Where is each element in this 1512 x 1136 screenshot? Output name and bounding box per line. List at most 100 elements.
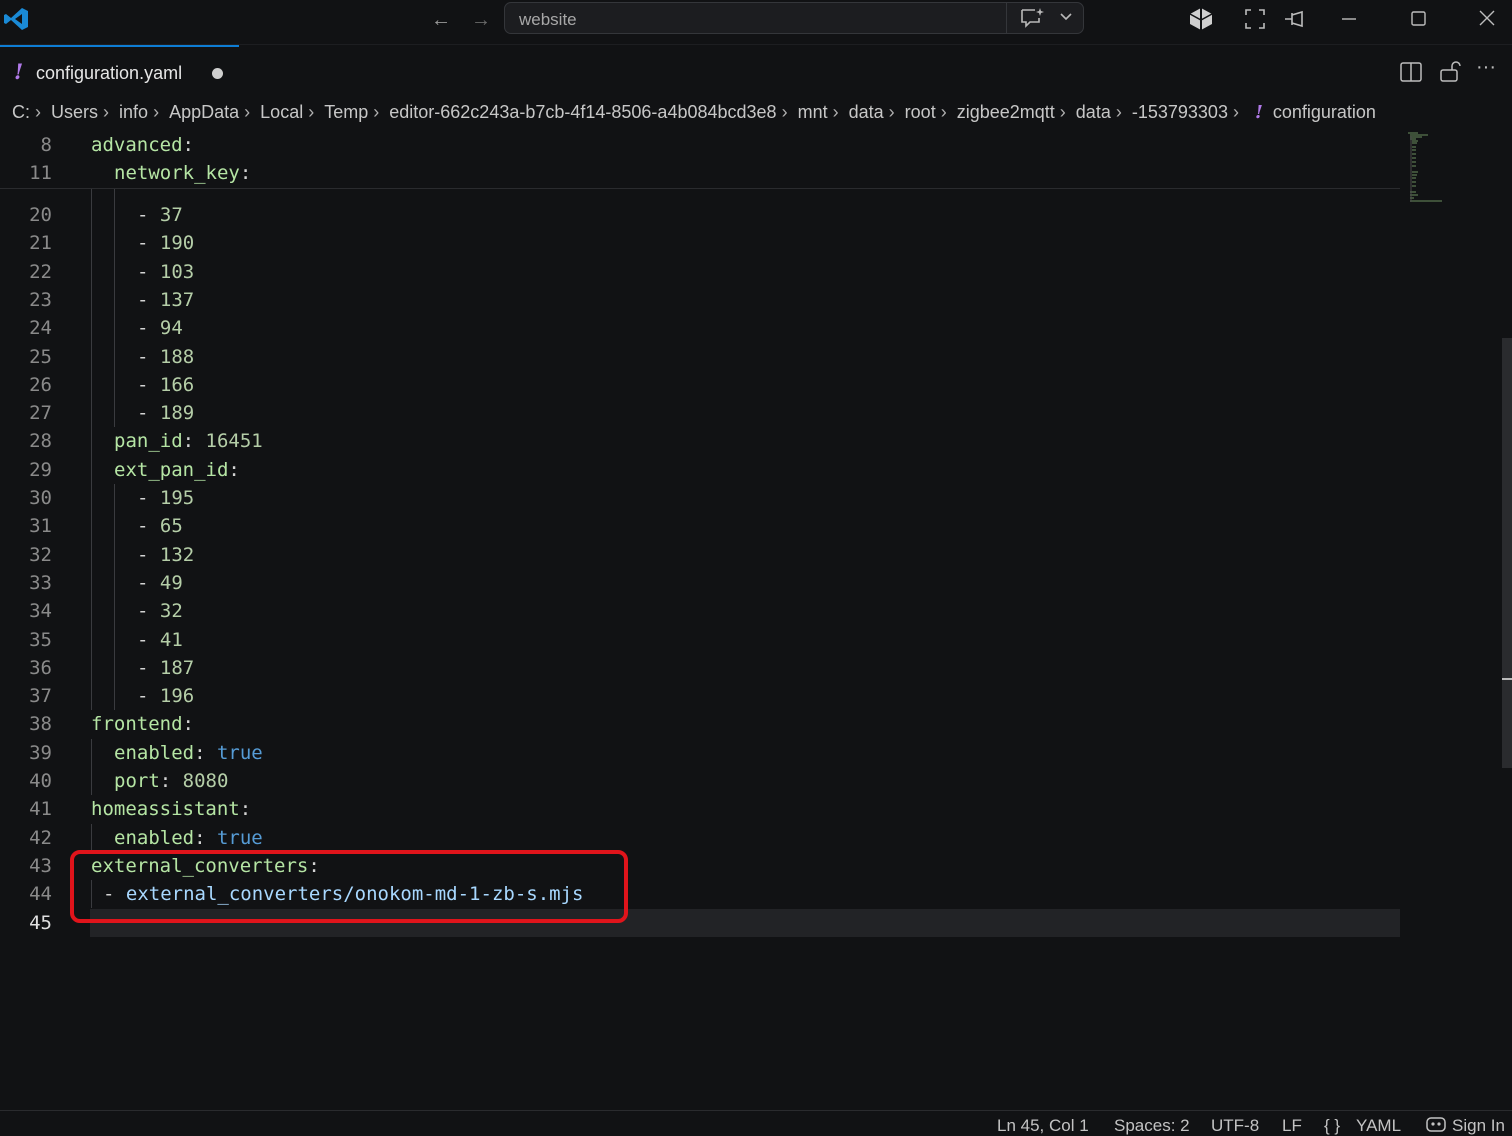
yaml-key: enabled — [114, 826, 195, 849]
code-line[interactable]: 29 ext_pan_id: — [0, 456, 1400, 484]
forward-arrow-icon[interactable]: → — [470, 9, 492, 31]
yaml-number: 187 — [159, 656, 195, 679]
breadcrumb-item[interactable]: C: — [12, 102, 30, 123]
yaml-file-icon: ! — [14, 59, 24, 84]
breadcrumb-item[interactable]: editor-662c243a-b7cb-4f14-8506-a4b084bcd… — [389, 102, 776, 123]
more-actions-icon[interactable]: ··· — [1476, 57, 1502, 83]
code-line[interactable]: 34 - 32 — [0, 597, 1400, 625]
code-line[interactable]: 22 - 103 — [0, 258, 1400, 286]
code-line[interactable]: 11 network_key: — [0, 159, 1400, 187]
unlock-icon[interactable] — [1437, 59, 1463, 85]
code-line[interactable]: 24 - 94 — [0, 314, 1400, 342]
breadcrumb-file[interactable]: configuration — [1273, 102, 1376, 123]
yaml-dash: - — [137, 317, 160, 340]
code-line[interactable]: 25 - 188 — [0, 343, 1400, 371]
close-icon[interactable] — [1472, 6, 1502, 32]
code-line[interactable]: 42 enabled: true — [0, 824, 1400, 852]
line-number: 31 — [29, 515, 52, 538]
line-number: 44 — [29, 883, 52, 906]
breadcrumb-item[interactable]: -153793303 — [1132, 102, 1228, 123]
code-content: - 187 — [137, 654, 194, 682]
breadcrumb-item[interactable]: Users — [51, 102, 98, 123]
breadcrumb-item[interactable]: data — [849, 102, 884, 123]
indentation-setting[interactable]: Spaces: 2 — [1114, 1116, 1190, 1136]
code-line[interactable]: 36 - 187 — [0, 654, 1400, 682]
breadcrumb-item[interactable]: root — [905, 102, 936, 123]
scrollbar-thumb[interactable] — [1502, 338, 1512, 768]
sticky-scroll-header[interactable]: 8 advanced: 11 network_key: — [0, 130, 1400, 189]
line-number: 32 — [29, 543, 52, 566]
sign-in-button[interactable]: Sign In — [1452, 1116, 1505, 1136]
yaml-dash: - — [137, 600, 160, 623]
breadcrumb-item[interactable]: mnt — [798, 102, 828, 123]
yaml-dash: - — [137, 628, 160, 651]
breadcrumb-item[interactable]: Local — [260, 102, 303, 123]
code-content: enabled: true — [114, 739, 263, 767]
code-line[interactable]: 31 - 65 — [0, 512, 1400, 540]
code-line[interactable]: 39 enabled: true — [0, 739, 1400, 767]
chevron-down-icon[interactable] — [1059, 12, 1073, 22]
back-arrow-icon[interactable]: ← — [430, 9, 452, 31]
minimap[interactable] — [1402, 130, 1452, 210]
code-line[interactable]: 40 port: 8080 — [0, 767, 1400, 795]
code-line[interactable]: 28 pan_id: 16451 — [0, 427, 1400, 455]
code-line[interactable]: 26 - 166 — [0, 371, 1400, 399]
unsaved-dot-icon[interactable] — [212, 68, 223, 79]
tab-configuration-yaml[interactable]: ! configuration.yaml — [0, 45, 239, 99]
code-content: ext_pan_id: — [114, 456, 240, 484]
code-line[interactable]: 27 - 189 — [0, 399, 1400, 427]
yaml-dash: - — [137, 487, 160, 509]
code-line[interactable]: 33 - 49 — [0, 569, 1400, 597]
yaml-colon: : — [182, 713, 194, 736]
yaml-number: 32 — [159, 600, 183, 623]
code-line[interactable]: 8 advanced: — [0, 131, 1400, 159]
line-number: 35 — [29, 628, 52, 651]
code-line[interactable]: 38 frontend: — [0, 710, 1400, 738]
code-content: homeassistant: — [91, 795, 251, 823]
vscode-logo-icon[interactable] — [2, 5, 30, 33]
line-number: 8 — [40, 134, 52, 156]
fullscreen-icon[interactable] — [1240, 6, 1270, 32]
code-editor[interactable]: 8advanced:11network_key: 19- 12520- 3721… — [0, 130, 1512, 1110]
maximize-icon[interactable] — [1403, 6, 1433, 32]
breadcrumb-item[interactable]: info — [119, 102, 148, 123]
code-content: - 137 — [137, 286, 194, 314]
line-number: 25 — [29, 345, 52, 368]
chevron-right-icon: › — [1059, 101, 1066, 122]
minimize-icon[interactable] — [1334, 6, 1364, 32]
code-line[interactable]: 20 - 37 — [0, 201, 1400, 229]
chat-sparkle-icon[interactable] — [1019, 7, 1045, 29]
code-line[interactable]: 37 - 196 — [0, 682, 1400, 710]
yaml-number: 103 — [159, 260, 195, 283]
pin-icon[interactable] — [1280, 6, 1310, 32]
language-mode[interactable]: YAML — [1356, 1116, 1401, 1136]
account-icon[interactable] — [1424, 1115, 1448, 1133]
line-number: 40 — [29, 770, 52, 792]
code-line[interactable]: 30 - 195 — [0, 484, 1400, 512]
code-content: - 49 — [137, 569, 183, 597]
yaml-number: 41 — [159, 628, 183, 651]
breadcrumb-item[interactable]: zigbee2mqtt — [957, 102, 1055, 123]
code-line[interactable]: 21 - 190 — [0, 229, 1400, 257]
yaml-key: homeassistant — [91, 798, 240, 821]
code-line[interactable]: 35 - 41 — [0, 626, 1400, 654]
split-editor-icon[interactable] — [1398, 59, 1424, 85]
code-line[interactable]: 23 - 137 — [0, 286, 1400, 314]
encoding-setting[interactable]: UTF-8 — [1211, 1116, 1259, 1136]
yaml-number: 65 — [159, 515, 183, 538]
breadcrumb-item[interactable]: Temp — [324, 102, 368, 123]
yaml-number: 166 — [159, 373, 195, 396]
breadcrumb-item[interactable]: data — [1076, 102, 1111, 123]
line-number: 11 — [29, 162, 52, 185]
line-number: 24 — [29, 317, 52, 340]
code-line[interactable]: 41 homeassistant: — [0, 795, 1400, 823]
chat-controls[interactable] — [1006, 3, 1083, 33]
breadcrumb-item[interactable]: AppData — [169, 102, 239, 123]
eol-setting[interactable]: LF — [1282, 1116, 1302, 1136]
copilot-icon[interactable] — [1186, 6, 1216, 32]
cursor-position[interactable]: Ln 45, Col 1 — [997, 1116, 1089, 1136]
code-line[interactable]: 32 - 132 — [0, 541, 1400, 569]
yaml-number: 37 — [159, 204, 183, 226]
command-center-search[interactable]: website — [504, 2, 1084, 34]
yaml-number: 8080 — [182, 770, 229, 792]
